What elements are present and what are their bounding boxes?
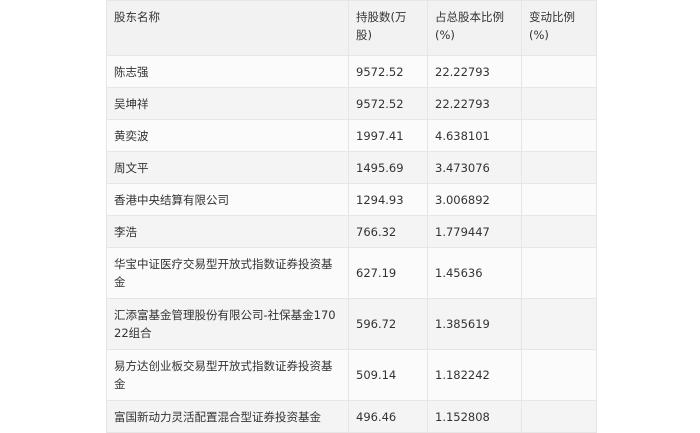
table-row: 李浩 766.32 1.779447 bbox=[106, 215, 597, 248]
cell-change bbox=[521, 119, 597, 152]
cell-shares: 509.14 bbox=[348, 349, 428, 401]
cell-change bbox=[521, 349, 597, 401]
cell-ratio: 1.385619 bbox=[427, 298, 522, 350]
cell-change bbox=[521, 183, 597, 216]
cell-name: 易方达创业板交易型开放式指数证券投资基金 bbox=[106, 349, 349, 401]
cell-shares: 627.19 bbox=[348, 247, 428, 299]
cell-shares: 9572.52 bbox=[348, 87, 428, 120]
cell-shares: 1294.93 bbox=[348, 183, 428, 216]
cell-change bbox=[521, 400, 597, 433]
cell-shares: 1997.41 bbox=[348, 119, 428, 152]
cell-ratio: 3.473076 bbox=[427, 151, 522, 184]
cell-change bbox=[521, 215, 597, 248]
cell-name: 吴坤祥 bbox=[106, 87, 349, 120]
cell-change bbox=[521, 298, 597, 350]
cell-name: 黄奕波 bbox=[106, 119, 349, 152]
table-row: 华宝中证医疗交易型开放式指数证券投资基金 627.19 1.45636 bbox=[106, 247, 597, 299]
cell-ratio: 22.22793 bbox=[427, 87, 522, 120]
cell-ratio: 1.152808 bbox=[427, 400, 522, 433]
table-row: 陈志强 9572.52 22.22793 bbox=[106, 55, 597, 88]
table-row: 黄奕波 1997.41 4.638101 bbox=[106, 119, 597, 152]
cell-ratio: 4.638101 bbox=[427, 119, 522, 152]
cell-shares: 496.46 bbox=[348, 400, 428, 433]
cell-ratio: 3.006892 bbox=[427, 183, 522, 216]
cell-name: 华宝中证医疗交易型开放式指数证券投资基金 bbox=[106, 247, 349, 299]
cell-name: 周文平 bbox=[106, 151, 349, 184]
table-row: 吴坤祥 9572.52 22.22793 bbox=[106, 87, 597, 120]
cell-name: 富国新动力灵活配置混合型证券投资基金 bbox=[106, 400, 349, 433]
table-row: 香港中央结算有限公司 1294.93 3.006892 bbox=[106, 183, 597, 216]
cell-shares: 1495.69 bbox=[348, 151, 428, 184]
cell-name: 李浩 bbox=[106, 215, 349, 248]
cell-shares: 766.32 bbox=[348, 215, 428, 248]
cell-name: 香港中央结算有限公司 bbox=[106, 183, 349, 216]
cell-ratio: 1.779447 bbox=[427, 215, 522, 248]
table-row: 易方达创业板交易型开放式指数证券投资基金 509.14 1.182242 bbox=[106, 349, 597, 401]
table-row: 汇添富基金管理股份有限公司-社保基金17022组合 596.72 1.38561… bbox=[106, 298, 597, 350]
header-change-ratio: 变动比例(%) bbox=[521, 0, 597, 56]
header-share-ratio: 占总股本比例(%) bbox=[427, 0, 522, 56]
shareholders-table: 股东名称 持股数(万股) 占总股本比例(%) 变动比例(%) 陈志强 9572.… bbox=[106, 0, 597, 433]
header-shares-held: 持股数(万股) bbox=[348, 0, 428, 56]
cell-name: 汇添富基金管理股份有限公司-社保基金17022组合 bbox=[106, 298, 349, 350]
cell-shares: 9572.52 bbox=[348, 55, 428, 88]
cell-name: 陈志强 bbox=[106, 55, 349, 88]
cell-change bbox=[521, 87, 597, 120]
header-shareholder-name: 股东名称 bbox=[106, 0, 349, 56]
cell-ratio: 1.45636 bbox=[427, 247, 522, 299]
cell-change bbox=[521, 151, 597, 184]
table-row: 富国新动力灵活配置混合型证券投资基金 496.46 1.152808 bbox=[106, 400, 597, 433]
cell-ratio: 22.22793 bbox=[427, 55, 522, 88]
cell-change bbox=[521, 55, 597, 88]
cell-ratio: 1.182242 bbox=[427, 349, 522, 401]
table-row: 周文平 1495.69 3.473076 bbox=[106, 151, 597, 184]
cell-change bbox=[521, 247, 597, 299]
table-header-row: 股东名称 持股数(万股) 占总股本比例(%) 变动比例(%) bbox=[106, 0, 597, 56]
cell-shares: 596.72 bbox=[348, 298, 428, 350]
